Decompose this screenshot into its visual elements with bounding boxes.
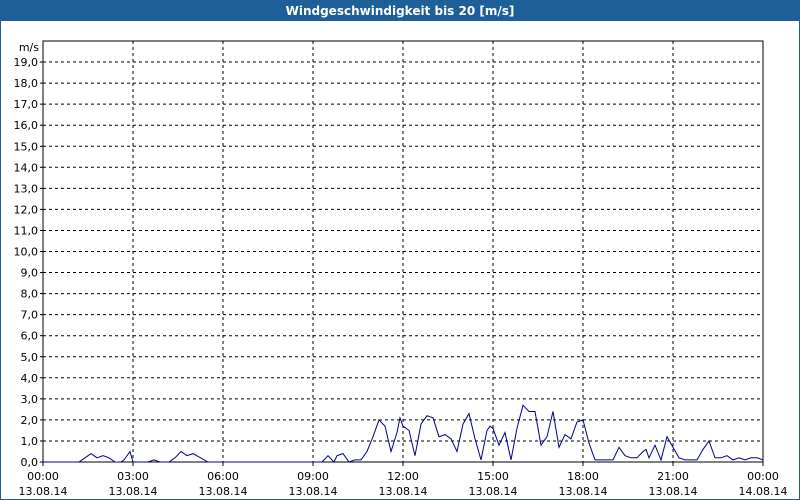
x-tick-time: 21:00 — [657, 470, 689, 483]
y-tick-label: 17,0 — [14, 98, 39, 111]
x-tick-date: 13.08.14 — [649, 485, 698, 498]
y-tick-label: 6,0 — [21, 330, 39, 343]
x-tick-time: 03:00 — [117, 470, 149, 483]
x-tick-time: 06:00 — [207, 470, 239, 483]
y-tick-label: 15,0 — [14, 140, 39, 153]
y-tick-label: 2,0 — [21, 414, 39, 427]
chart-window: Windgeschwindigkeit bis 20 [m/s] 0,0 1,0 2… — [0, 0, 800, 500]
y-tick-label: 8,0 — [21, 288, 39, 301]
x-tick-time: 09:00 — [297, 470, 329, 483]
y-tick-label: 11,0 — [14, 224, 39, 237]
x-tick-time: 18:00 — [567, 470, 599, 483]
y-tick-label: 9,0 — [21, 267, 39, 280]
x-tick-date: 13.08.14 — [199, 485, 248, 498]
y-tick-label: 10,0 — [14, 246, 39, 259]
x-tick-time: 15:00 — [477, 470, 509, 483]
y-tick-label: 1,0 — [21, 435, 39, 448]
y-tick-label: 16,0 — [14, 119, 39, 132]
x-tick-time: 12:00 — [387, 470, 419, 483]
y-tick-label: 3,0 — [21, 393, 39, 406]
x-tick-date: 13.08.14 — [109, 485, 158, 498]
x-tick-date: 13.08.14 — [469, 485, 518, 498]
y-tick-label: 4,0 — [21, 372, 39, 385]
y-tick-label: 12,0 — [14, 203, 39, 216]
x-tick-date: 13.08.14 — [379, 485, 428, 498]
y-tick-label: 19,0 — [14, 56, 39, 69]
y-tick-label: 5,0 — [21, 351, 39, 364]
y-tick-label: 0,0 — [21, 456, 39, 469]
x-tick-date: 13.08.14 — [289, 485, 338, 498]
x-tick-date: 13.08.14 — [559, 485, 608, 498]
x-tick-date: 13.08.14 — [19, 485, 68, 498]
y-tick-label: 13,0 — [14, 182, 39, 195]
y-axis-label: m/s — [19, 41, 39, 54]
y-tick-label: 18,0 — [14, 77, 39, 90]
wind-speed-chart: 0,0 1,0 2,0 3,0 4,0 5,0 6,0 7,0 8,0 9,0 10,0 11,0 12… — [14, 40, 788, 498]
x-tick-date: 14.08.14 — [739, 485, 788, 498]
x-tick-time: 00:00 — [27, 470, 59, 483]
x-tick-time: 00:00 — [747, 470, 779, 483]
y-tick-label: 7,0 — [21, 309, 39, 322]
y-tick-label: 14,0 — [14, 161, 39, 174]
